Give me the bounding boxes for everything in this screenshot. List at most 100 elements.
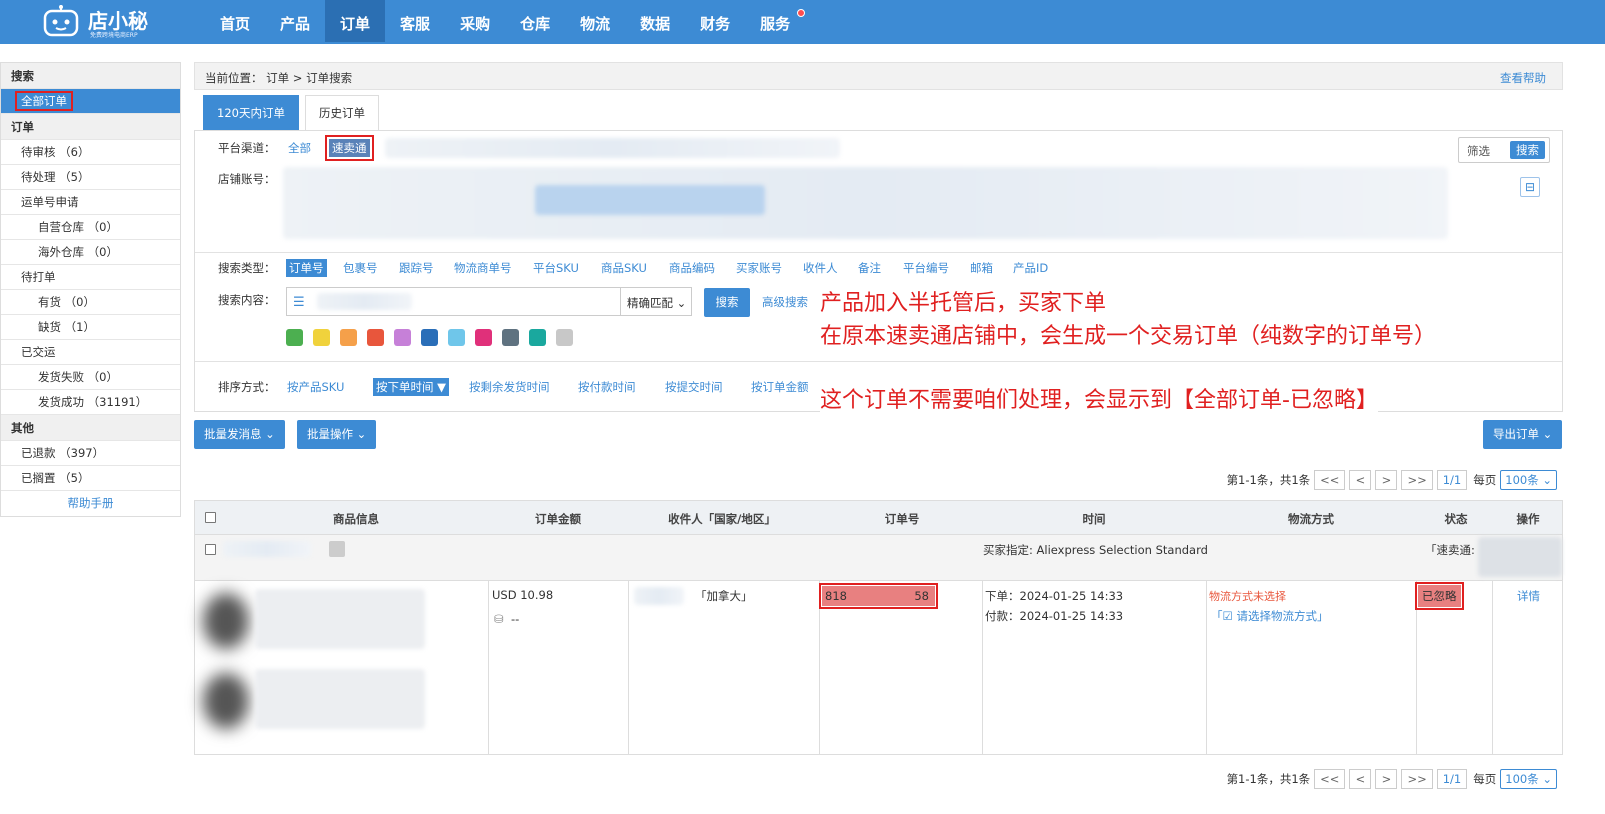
search-button[interactable]: 搜索 [704, 288, 750, 317]
platform-all[interactable]: 全部 [288, 140, 311, 156]
nav-products[interactable]: 产品 [265, 0, 325, 42]
platform-aliexpress[interactable]: 速卖通 [325, 135, 374, 161]
search-type-recipient[interactable]: 收件人 [803, 260, 838, 276]
pager-first[interactable]: << [1314, 769, 1346, 789]
search-type-package[interactable]: 包裹号 [343, 260, 378, 276]
flag-color-sky[interactable] [448, 329, 465, 346]
search-type-product-sku[interactable]: 商品SKU [601, 260, 647, 276]
table-header: 商品信息 订单金额 收件人「国家/地区」 订单号 时间 物流方式 状态 操作 [195, 501, 1562, 535]
search-type-product-code[interactable]: 商品编码 [669, 260, 715, 276]
tab-120-days[interactable]: 120天内订单 [203, 95, 299, 130]
search-type-tracking[interactable]: 跟踪号 [399, 260, 434, 276]
sidebar-item-ship-success[interactable]: 发货成功 （31191） [1, 390, 180, 415]
pager-next[interactable]: > [1375, 769, 1398, 789]
col-status: 状态 [1444, 512, 1468, 526]
flag-color-gray[interactable] [556, 329, 573, 346]
export-orders-button[interactable]: 导出订单 ⌄ [1483, 420, 1563, 449]
search-input[interactable]: ☰ 精确匹配 ⌄ [286, 287, 692, 316]
blurred-store-name [1478, 537, 1562, 577]
pager-last[interactable]: >> [1401, 470, 1433, 490]
choose-logistics-link[interactable]: 「☑ 请选择物流方式」 [1211, 608, 1328, 624]
sort-by-amount[interactable]: 按订单金额 [751, 379, 809, 395]
search-type-email[interactable]: 邮箱 [970, 260, 993, 276]
sidebar-item-shipped[interactable]: 已交运 [1, 340, 180, 365]
search-type-product-id[interactable]: 产品ID [1013, 260, 1048, 276]
nav-finance[interactable]: 财务 [685, 0, 745, 42]
sidebar-item-self-warehouse[interactable]: 自营仓库 （0） [1, 215, 180, 240]
pager-prev[interactable]: < [1349, 470, 1372, 490]
nav-logistics[interactable]: 物流 [565, 0, 625, 42]
search-type-carrier-no[interactable]: 物流商单号 [454, 260, 512, 276]
search-type-order-no[interactable]: 订单号 [286, 259, 327, 277]
sort-by-submit-time[interactable]: 按提交时间 [665, 379, 723, 395]
sidebar-item-to-print[interactable]: 待打单 [1, 265, 180, 290]
sort-by-sku[interactable]: 按产品SKU [287, 379, 344, 395]
flag-color-slate[interactable] [502, 329, 519, 346]
flag-color-green[interactable] [286, 329, 303, 346]
per-page-select[interactable]: 100条 ⌄ [1500, 769, 1557, 789]
nav-services-label: 服务 [760, 15, 791, 33]
pager-first[interactable]: << [1314, 470, 1346, 490]
sidebar-item-out-of-stock[interactable]: 缺货 （1） [1, 315, 180, 340]
detail-link[interactable]: 详情 [1517, 588, 1540, 604]
main-nav: 首页 产品 订单 客服 采购 仓库 物流 数据 财务 服务 [205, 0, 806, 44]
row-checkbox[interactable] [205, 544, 216, 555]
nav-service[interactable]: 客服 [385, 0, 445, 42]
product-thumbnail[interactable] [203, 593, 249, 649]
sidebar-item-all-orders[interactable]: 全部订单 [1, 89, 180, 114]
sort-by-order-time[interactable]: 按下单时间 ▼ [373, 378, 449, 396]
flag-icon[interactable] [329, 541, 345, 557]
search-type-buyer[interactable]: 买家账号 [736, 260, 782, 276]
col-divider [628, 581, 629, 755]
flag-color-orange[interactable] [340, 329, 357, 346]
screen-button[interactable]: 筛选 [1467, 143, 1490, 159]
help-link[interactable]: 查看帮助 [1500, 70, 1546, 86]
sort-by-remaining-time[interactable]: 按剩余发货时间 [469, 379, 550, 395]
product-thumbnail[interactable] [203, 673, 249, 729]
blurred-buyer [223, 541, 311, 557]
sidebar-item-refunded[interactable]: 已退款 （397） [1, 441, 180, 466]
pager-next[interactable]: > [1375, 470, 1398, 490]
tab-history[interactable]: 历史订单 [304, 95, 379, 130]
flag-color-pink[interactable] [475, 329, 492, 346]
nav-data[interactable]: 数据 [625, 0, 685, 42]
search-type-platform-no[interactable]: 平台编号 [903, 260, 949, 276]
sidebar-help-link[interactable]: 帮助手册 [1, 491, 180, 516]
sidebar-item-pending-review[interactable]: 待审核 （6） [1, 140, 180, 165]
sidebar-item-tracking-apply[interactable]: 运单号申请 [1, 190, 180, 215]
collapse-icon[interactable]: ⊟ [1520, 177, 1540, 197]
sidebar-item-in-stock[interactable]: 有货 （0） [1, 290, 180, 315]
batch-operation-button[interactable]: 批量操作 ⌄ [297, 420, 377, 449]
nav-warehouse[interactable]: 仓库 [505, 0, 565, 42]
pager-last[interactable]: >> [1401, 769, 1433, 789]
order-number[interactable]: 818 58 [819, 583, 938, 609]
annotation-line-2: 在原本速卖通店铺中，会生成一个交易订单（纯数字的订单号） [820, 324, 1437, 349]
nav-purchase[interactable]: 采购 [445, 0, 505, 42]
nav-orders[interactable]: 订单 [325, 0, 386, 42]
nav-services[interactable]: 服务 [745, 0, 806, 42]
flag-color-blue[interactable] [421, 329, 438, 346]
sidebar-item-pending-process[interactable]: 待处理 （5） [1, 165, 180, 190]
order-table: 商品信息 订单金额 收件人「国家/地区」 订单号 时间 物流方式 状态 操作 买… [194, 500, 1563, 755]
sidebar-item-ship-failed[interactable]: 发货失败 （0） [1, 365, 180, 390]
search-type-note[interactable]: 备注 [858, 260, 881, 276]
sidebar-item-on-hold[interactable]: 已搁置 （5） [1, 466, 180, 491]
logo[interactable]: 店小秘 免费跨境电商ERP [40, 3, 160, 39]
match-mode-select[interactable]: 精确匹配 ⌄ [627, 295, 686, 311]
flag-color-teal[interactable] [529, 329, 546, 346]
per-page-select[interactable]: 100条 ⌄ [1500, 470, 1557, 490]
batch-message-button[interactable]: 批量发消息 ⌄ [194, 420, 285, 449]
pager-prev[interactable]: < [1349, 769, 1372, 789]
sidebar-item-overseas-warehouse[interactable]: 海外仓库 （0） [1, 240, 180, 265]
select-all-checkbox[interactable] [205, 512, 216, 523]
flag-color-purple[interactable] [394, 329, 411, 346]
flag-color-yellow[interactable] [313, 329, 330, 346]
pager-top: 第1-1条，共1条 << < > >> 1/1 每页 100条 ⌄ [1227, 470, 1557, 490]
nav-home[interactable]: 首页 [205, 0, 265, 42]
sort-by-pay-time[interactable]: 按付款时间 [578, 379, 636, 395]
search-type-platform-sku[interactable]: 平台SKU [533, 260, 579, 276]
flag-color-red[interactable] [367, 329, 384, 346]
advanced-search-link[interactable]: 高级搜索 [762, 294, 808, 310]
search-submit-button[interactable]: 搜索 [1510, 141, 1545, 159]
blurred-recipient [634, 587, 684, 605]
